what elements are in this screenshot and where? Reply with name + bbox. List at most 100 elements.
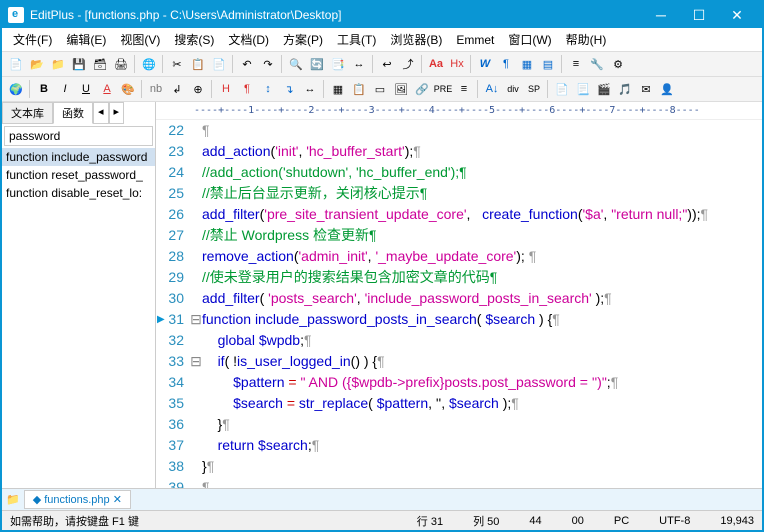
- table-icon[interactable]: ▦: [328, 79, 348, 99]
- sidebar-tab-library[interactable]: 文本库: [2, 102, 53, 124]
- sidebar-item-1[interactable]: function reset_password_: [2, 166, 155, 184]
- palette-icon[interactable]: 🎨: [118, 79, 138, 99]
- code-text[interactable]: }¶: [202, 414, 762, 435]
- replace-icon[interactable]: 🔄: [307, 54, 327, 74]
- save-icon[interactable]: 💾: [69, 54, 89, 74]
- email-icon[interactable]: ✉: [636, 79, 656, 99]
- menu-item[interactable]: 文件(F): [6, 29, 59, 50]
- window-icon[interactable]: W: [475, 54, 495, 74]
- audio-icon[interactable]: 🎵: [615, 79, 635, 99]
- code-text[interactable]: ¶: [202, 477, 762, 488]
- code-line[interactable]: 24//add_action('shutdown', 'hc_buffer_en…: [156, 162, 762, 183]
- sidebar-nav-prev[interactable]: ◂: [93, 102, 109, 124]
- code-line[interactable]: 32 global $wpdb;¶: [156, 330, 762, 351]
- form-icon[interactable]: 📋: [349, 79, 369, 99]
- doc-icon[interactable]: 📃: [573, 79, 593, 99]
- color-icon[interactable]: A: [97, 79, 117, 99]
- menu-item[interactable]: 视图(V): [113, 29, 167, 50]
- code-text[interactable]: //禁止 Wordpress 检查更新¶: [202, 225, 762, 246]
- code-text[interactable]: add_filter( 'posts_search', 'include_pas…: [202, 288, 762, 309]
- close-button[interactable]: ✕: [718, 3, 756, 27]
- code-text[interactable]: //禁止后台显示更新，关闭核心提示¶: [202, 183, 762, 204]
- menu-item[interactable]: 文档(D): [221, 29, 276, 50]
- code-text[interactable]: add_action('init', 'hc_buffer_start');¶: [202, 141, 762, 162]
- sidebar-tab-functions[interactable]: 函数: [53, 102, 93, 124]
- code-line[interactable]: 35 $search = str_replace( $pattern, '', …: [156, 393, 762, 414]
- wordwrap2-icon[interactable]: ⤴: [398, 54, 418, 74]
- menu-item[interactable]: 方案(P): [276, 29, 330, 50]
- code-line[interactable]: 22¶: [156, 120, 762, 141]
- code-line[interactable]: 27//禁止 Wordpress 检查更新¶: [156, 225, 762, 246]
- code-text[interactable]: remove_action('admin_init', '_maybe_upda…: [202, 246, 762, 267]
- menu-item[interactable]: 编辑(E): [59, 29, 113, 50]
- code-line[interactable]: 28remove_action('admin_init', '_maybe_up…: [156, 246, 762, 267]
- para2-icon[interactable]: ¶: [237, 79, 257, 99]
- save-all-icon[interactable]: 🗃: [90, 54, 110, 74]
- code-text[interactable]: add_filter('pre_site_transient_update_co…: [202, 204, 762, 225]
- menu-item[interactable]: 帮助(H): [559, 29, 614, 50]
- code-line[interactable]: 38}¶: [156, 456, 762, 477]
- code-line[interactable]: 26add_filter('pre_site_transient_update_…: [156, 204, 762, 225]
- code-line[interactable]: 30add_filter( 'posts_search', 'include_p…: [156, 288, 762, 309]
- print-icon[interactable]: 🖨: [111, 54, 131, 74]
- center-icon[interactable]: ⊕: [188, 79, 208, 99]
- new-icon[interactable]: 📄: [6, 54, 26, 74]
- col-icon[interactable]: ▦: [517, 54, 537, 74]
- para-icon[interactable]: ¶: [496, 54, 516, 74]
- page-icon[interactable]: 📄: [552, 79, 572, 99]
- sidebar-nav-next[interactable]: ▸: [109, 102, 125, 124]
- code-text[interactable]: }¶: [202, 456, 762, 477]
- undo-icon[interactable]: ↶: [237, 54, 257, 74]
- pre-icon[interactable]: PRE: [433, 79, 453, 99]
- menu-item[interactable]: 搜索(S): [167, 29, 221, 50]
- copy-icon[interactable]: 📋: [188, 54, 208, 74]
- underline-icon[interactable]: U: [76, 79, 96, 99]
- code-line[interactable]: 34 $pattern = " AND ({$wpdb->prefix}post…: [156, 372, 762, 393]
- list2-icon[interactable]: ≡: [454, 79, 474, 99]
- code-line[interactable]: ▶31⊟function include_password_posts_in_s…: [156, 309, 762, 330]
- open-icon[interactable]: 📂: [27, 54, 47, 74]
- menu-item[interactable]: Emmet: [449, 31, 501, 49]
- code-text[interactable]: //使未登录用户的搜索结果包含加密文章的代码¶: [202, 267, 762, 288]
- browser-icon[interactable]: 🌐: [139, 54, 159, 74]
- code-text[interactable]: ¶: [202, 120, 762, 141]
- code-text[interactable]: return $search;¶: [202, 435, 762, 456]
- code-line[interactable]: 23add_action('init', 'hc_buffer_start');…: [156, 141, 762, 162]
- code-text[interactable]: if( !is_user_logged_in() ) {¶: [202, 351, 762, 372]
- code-line[interactable]: 33⊟ if( !is_user_logged_in() ) {¶: [156, 351, 762, 372]
- settings-icon[interactable]: ⚙: [608, 54, 628, 74]
- code-text[interactable]: function include_password_posts_in_searc…: [202, 309, 762, 330]
- fold-toggle[interactable]: ⊟: [190, 309, 202, 330]
- code-text[interactable]: global $wpdb;¶: [202, 330, 762, 351]
- fold-toggle[interactable]: ⊟: [190, 351, 202, 372]
- nb-icon[interactable]: nb: [146, 79, 166, 99]
- find-files-icon[interactable]: 📑: [328, 54, 348, 74]
- wordwrap-icon[interactable]: ↩: [377, 54, 397, 74]
- hex-icon[interactable]: Hx: [447, 54, 467, 74]
- paste-icon[interactable]: 📄: [209, 54, 229, 74]
- redo-icon[interactable]: ↷: [258, 54, 278, 74]
- select-icon[interactable]: ▭: [370, 79, 390, 99]
- jump-icon[interactable]: ↴: [279, 79, 299, 99]
- find-icon[interactable]: 🔍: [286, 54, 306, 74]
- code-area[interactable]: 22¶23add_action('init', 'hc_buffer_start…: [156, 120, 762, 488]
- italic-icon[interactable]: I: [55, 79, 75, 99]
- maximize-button[interactable]: ☐: [680, 3, 718, 27]
- cut-icon[interactable]: ✂: [167, 54, 187, 74]
- sp-icon[interactable]: SP: [524, 79, 544, 99]
- menu-item[interactable]: 窗口(W): [501, 29, 558, 50]
- sidebar-item-0[interactable]: function include_password: [2, 148, 155, 166]
- code-line[interactable]: 29//使未登录用户的搜索结果包含加密文章的代码¶: [156, 267, 762, 288]
- sidebar-item-2[interactable]: function disable_reset_lo:: [2, 184, 155, 202]
- code-text[interactable]: $pattern = " AND ({$wpdb->prefix}posts.p…: [202, 372, 762, 393]
- code-line[interactable]: 25//禁止后台显示更新，关闭核心提示¶: [156, 183, 762, 204]
- img-icon[interactable]: 🖼: [391, 79, 411, 99]
- open-remote-icon[interactable]: 📁: [48, 54, 68, 74]
- goto-icon[interactable]: ↔: [349, 54, 369, 74]
- folder-icon[interactable]: 📁: [6, 493, 20, 506]
- person-icon[interactable]: 👤: [657, 79, 677, 99]
- list-icon[interactable]: ≡: [566, 54, 586, 74]
- file-tab-active[interactable]: ◆ functions.php ✕: [24, 490, 131, 509]
- font-icon[interactable]: A↓: [482, 79, 502, 99]
- tools-icon[interactable]: 🔧: [587, 54, 607, 74]
